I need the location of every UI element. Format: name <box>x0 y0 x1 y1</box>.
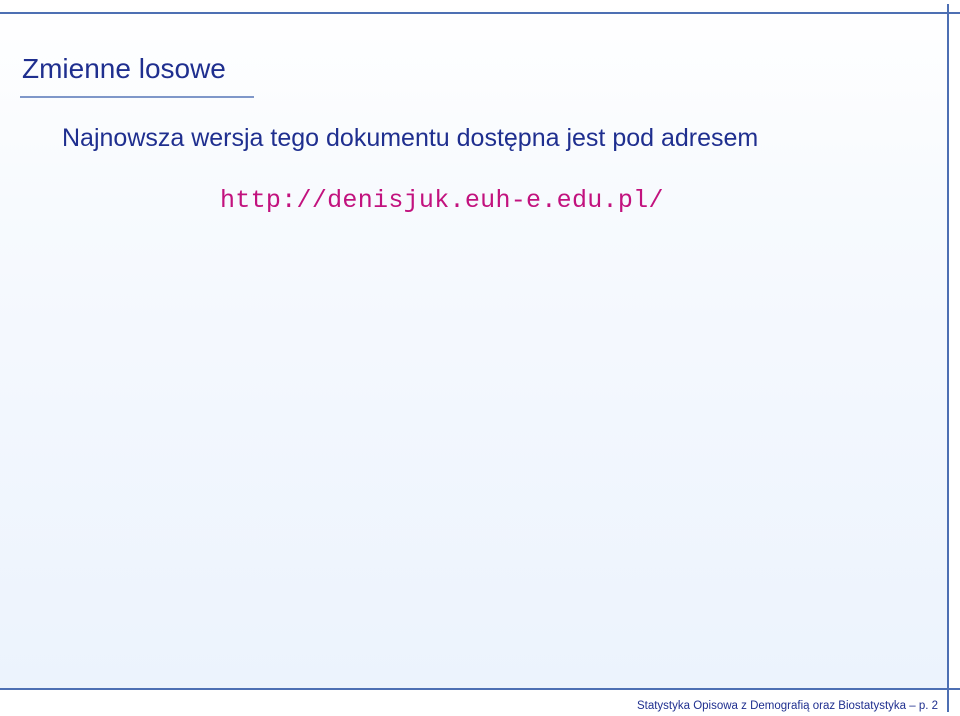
slide-content-area <box>0 0 948 688</box>
frame-bottom-tick <box>940 688 960 690</box>
frame-top-tick <box>940 12 960 14</box>
frame-right-line <box>947 4 949 692</box>
frame-right-lower-line <box>947 680 949 712</box>
slide: Zmienne losowe Najnowsza wersja tego dok… <box>0 0 960 716</box>
frame-bottom-line <box>0 688 948 690</box>
document-url-link[interactable]: http://denisjuk.euh-e.edu.pl/ <box>220 184 664 218</box>
frame-top-line <box>0 12 948 14</box>
title-underline <box>20 96 254 98</box>
footer-page-info: Statystyka Opisowa z Demografią oraz Bio… <box>636 700 938 712</box>
intro-text: Najnowsza wersja tego dokumentu dostępna… <box>62 124 759 152</box>
slide-title: Zmienne losowe <box>22 53 226 84</box>
